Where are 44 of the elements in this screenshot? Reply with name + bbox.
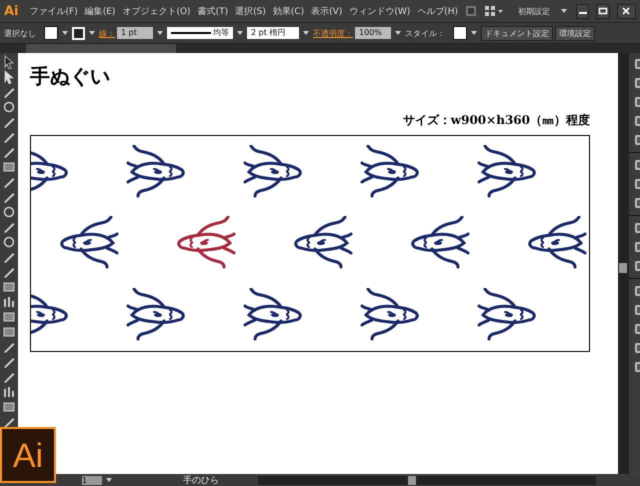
close-icon[interactable]: [616, 4, 636, 18]
artboard-field[interactable]: 1: [82, 476, 102, 484]
menu-item[interactable]: 書式(T): [198, 4, 228, 18]
stroke-line-icon: [171, 31, 211, 35]
menu-item[interactable]: 表示(V): [311, 4, 342, 18]
opacity-link[interactable]: 不透明度：: [313, 28, 353, 38]
stroke-profile-field[interactable]: 均等: [167, 27, 233, 39]
size-note: サイズ：w900×h360（㎜）程度: [402, 112, 590, 129]
dropdown-icon[interactable]: [561, 9, 568, 13]
toolbar-button[interactable]: ドキュメント設定: [481, 26, 553, 40]
selection-label: 選択なし: [4, 28, 36, 38]
menu-item[interactable]: ファイル(F): [30, 4, 78, 18]
dropdown-icon[interactable]: [157, 31, 163, 35]
menu-item[interactable]: 編集(E): [84, 4, 116, 18]
maximize-icon[interactable]: [596, 4, 610, 18]
stroke-swatch[interactable]: [72, 26, 85, 40]
dropdown-icon[interactable]: [303, 31, 309, 35]
current-tool-label[interactable]: 手のひら: [146, 474, 256, 486]
style-label: スタイル：: [405, 28, 445, 38]
stroke-link[interactable]: 線：: [99, 28, 115, 38]
dropdown-icon[interactable]: [395, 31, 401, 35]
fill-swatch[interactable]: [44, 26, 58, 40]
menu-item[interactable]: ウィンドウ(W): [349, 4, 410, 18]
menu-item[interactable]: オブジェクト(O): [122, 4, 191, 18]
style-swatch[interactable]: [453, 26, 467, 40]
stroke-weight-field[interactable]: 1 pt: [117, 27, 153, 39]
menu-item[interactable]: ヘルプ(H): [417, 4, 458, 18]
document-title: 手ぬぐい: [30, 63, 111, 90]
menu-item[interactable]: 選択(S): [235, 4, 266, 18]
workspace-menu[interactable]: 初期設定: [518, 6, 550, 16]
horizontal-scrollbar[interactable]: [258, 476, 596, 484]
toolbar-button[interactable]: 環境設定: [555, 26, 595, 40]
dropdown-icon[interactable]: [237, 31, 243, 35]
app-badge: Ai: [0, 427, 56, 483]
dropdown-icon[interactable]: [62, 31, 68, 35]
opacity-field[interactable]: 100%: [355, 27, 391, 39]
menu-item[interactable]: 効果(C): [272, 4, 304, 18]
app-logo: Ai: [4, 4, 19, 18]
dropdown-icon[interactable]: [89, 31, 95, 35]
dropdown-icon[interactable]: [106, 478, 112, 482]
brush-field[interactable]: 2 pt 楕円: [247, 27, 299, 39]
minimize-icon[interactable]: [576, 4, 590, 18]
vertical-scrollbar[interactable]: [618, 53, 628, 474]
dropdown-icon[interactable]: [471, 31, 477, 35]
